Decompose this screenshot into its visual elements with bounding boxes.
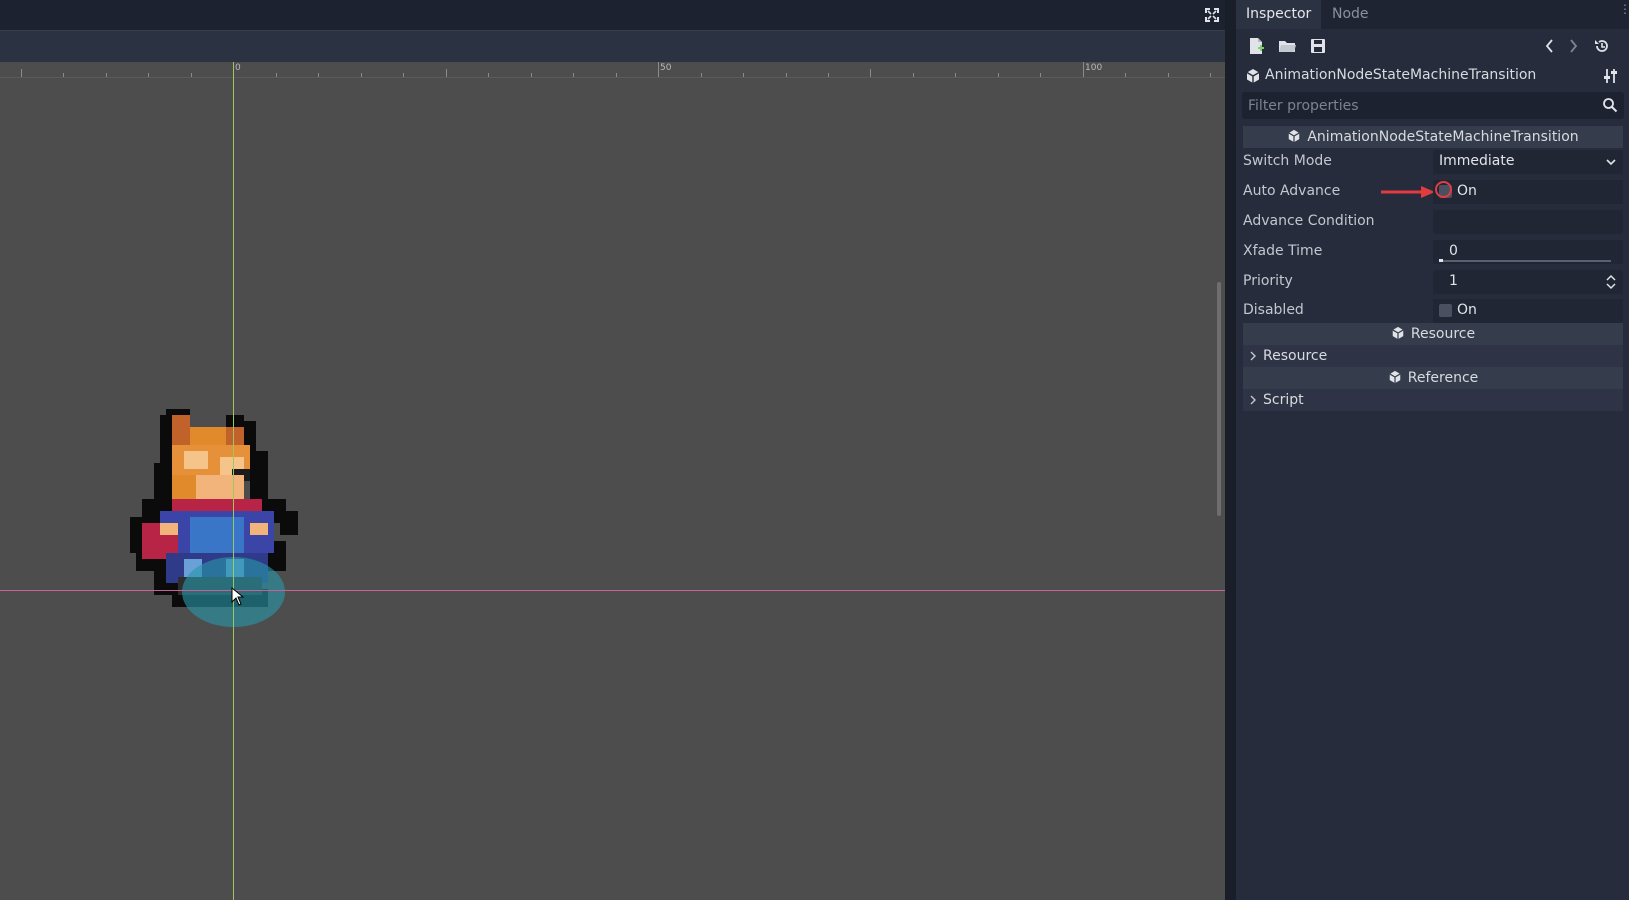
disabled-label: Disabled [1243, 302, 1304, 318]
resource-cube-icon [1389, 370, 1401, 384]
section-title-transition: AnimationNodeStateMachineTransition [1307, 129, 1579, 145]
panel-splitter[interactable] [1225, 0, 1236, 900]
filter-properties-input[interactable] [1242, 92, 1588, 119]
advance-condition-field[interactable] [1433, 210, 1623, 234]
ruler-label-50: 50 [660, 63, 672, 73]
section-title-reference: Reference [1407, 370, 1479, 386]
property-xfade-time: Xfade Time 0 [1243, 238, 1623, 266]
auto-advance-value: On [1433, 180, 1623, 204]
editor-top-bar [0, 0, 1225, 30]
chevron-right-icon [1250, 395, 1256, 405]
priority-value: 1 [1449, 273, 1458, 289]
resource-cube-icon [1392, 326, 1404, 340]
tab-inspector[interactable]: Inspector [1236, 0, 1322, 29]
chevron-right-icon [1250, 351, 1256, 361]
tab-node[interactable]: Node [1322, 0, 1379, 29]
highlight-ring-annotation [1435, 181, 1452, 198]
spin-updown-icon[interactable] [1605, 274, 1617, 290]
advance-condition-label: Advance Condition [1243, 213, 1375, 229]
history-list-icon[interactable] [1592, 36, 1612, 56]
switch-mode-dropdown[interactable]: Immediate [1433, 150, 1623, 174]
horizontal-origin-guide [0, 590, 1225, 591]
editor-sub-toolbar [0, 30, 1225, 63]
property-disabled: Disabled On [1243, 297, 1623, 325]
xfade-time-slider[interactable]: 0 [1433, 240, 1623, 264]
red-arrow-annotation-icon [1381, 186, 1435, 198]
property-auto-advance: Auto Advance On [1243, 178, 1623, 206]
auto-advance-checkbox-label: On [1457, 183, 1477, 199]
inspector-panel: Inspector Node ⋮ AnimationNodeStateMachi… [1236, 0, 1629, 900]
chevron-down-icon [1606, 159, 1616, 166]
canvas-viewport[interactable]: 0 50 100 [0, 62, 1225, 900]
edited-object-name: AnimationNodeStateMachineTransition [1265, 67, 1537, 83]
xfade-time-value: 0 [1449, 243, 1458, 259]
new-resource-icon[interactable] [1246, 36, 1266, 56]
switch-mode-label: Switch Mode [1243, 153, 1332, 169]
switch-mode-value: Immediate [1439, 153, 1515, 169]
fullscreen-icon[interactable] [1202, 5, 1222, 25]
object-properties-icon[interactable] [1602, 67, 1620, 85]
disabled-checkbox[interactable] [1439, 304, 1452, 317]
resource-cube-icon [1246, 69, 1260, 83]
xfade-slider-fill [1439, 259, 1443, 262]
disabled-checkbox-label: On [1457, 302, 1477, 318]
group-script[interactable]: Script [1243, 389, 1623, 411]
section-header-resource: Resource [1243, 323, 1623, 345]
inspector-tab-bar: Inspector Node ⋮ [1236, 0, 1629, 29]
vertical-origin-guide [233, 62, 234, 900]
horizontal-ruler: 0 50 100 [0, 62, 1225, 78]
disabled-value: On [1433, 299, 1623, 323]
history-back-icon[interactable] [1540, 36, 1560, 56]
property-switch-mode: Switch Mode Immediate [1243, 148, 1623, 176]
filter-properties-box [1242, 92, 1624, 119]
edited-object-row[interactable]: AnimationNodeStateMachineTransition [1236, 62, 1629, 90]
auto-advance-label: Auto Advance [1243, 183, 1341, 199]
group-resource-label: Resource [1263, 348, 1328, 364]
property-advance-condition: Advance Condition [1243, 208, 1623, 236]
viewport-vertical-scrollbar[interactable] [1217, 282, 1221, 516]
priority-spinbox[interactable]: 1 [1433, 270, 1623, 294]
history-forward-icon[interactable] [1563, 36, 1583, 56]
xfade-time-label: Xfade Time [1243, 243, 1323, 259]
ruler-label-0: 0 [235, 63, 241, 73]
mouse-cursor-icon [231, 587, 245, 606]
group-script-label: Script [1263, 392, 1304, 408]
open-folder-icon[interactable] [1277, 36, 1297, 56]
xfade-slider-track [1439, 260, 1611, 262]
property-priority: Priority 1 [1243, 268, 1623, 296]
priority-label: Priority [1243, 273, 1293, 289]
section-header-transition: AnimationNodeStateMachineTransition [1243, 126, 1623, 148]
group-resource[interactable]: Resource [1243, 345, 1623, 367]
tab-menu-icon[interactable]: ⋮ [1619, 3, 1629, 24]
section-title-resource: Resource [1410, 326, 1476, 342]
section-header-reference: Reference [1243, 367, 1623, 389]
search-icon [1603, 98, 1618, 113]
ruler-label-100: 100 [1085, 63, 1103, 73]
resource-cube-icon [1288, 129, 1300, 143]
save-icon[interactable] [1308, 36, 1328, 56]
